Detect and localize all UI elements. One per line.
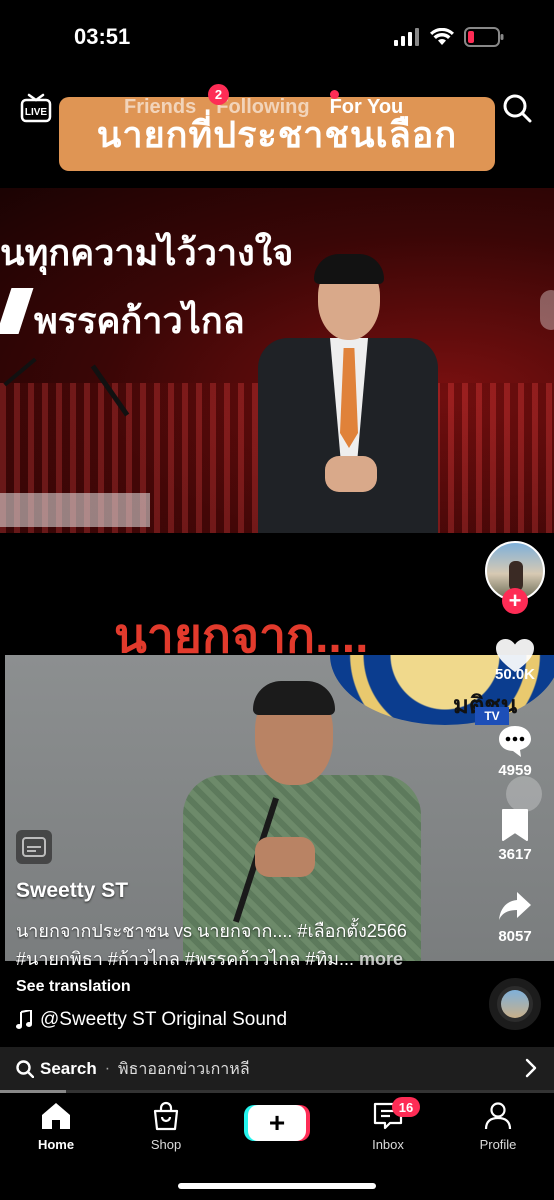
- like-button[interactable]: 50.0K: [488, 638, 542, 683]
- slash-graphic: [0, 288, 34, 334]
- edge-handle: [506, 776, 542, 812]
- tab-following[interactable]: Following: [216, 96, 309, 119]
- comment-icon: [499, 726, 531, 757]
- nav-profile-label: Profile: [479, 1137, 517, 1152]
- speaker-hands: [325, 456, 377, 492]
- shopping-bag-icon: [153, 1101, 179, 1131]
- captions-button[interactable]: [16, 830, 52, 864]
- search-separator: ·: [104, 1060, 111, 1077]
- share-count: 8057: [498, 928, 532, 945]
- share-icon: [499, 892, 531, 920]
- like-count: 50.0K: [494, 666, 536, 683]
- tab-friends[interactable]: Friends: [124, 96, 196, 119]
- podium-graphic: [0, 493, 150, 527]
- live-button[interactable]: LIVE: [20, 92, 52, 129]
- caption-line: นายกจากประชาชน vs นายกจาก.... #เลือกตั้ง…: [16, 921, 407, 941]
- more-link[interactable]: more: [354, 949, 403, 969]
- wifi-icon: [430, 28, 454, 45]
- signal-icon: [394, 28, 419, 46]
- music-disc[interactable]: [489, 978, 541, 1030]
- following-dot: [330, 90, 339, 99]
- live-icon: LIVE: [20, 93, 52, 123]
- status-time: 03:51: [74, 24, 131, 49]
- nav-inbox-label: Inbox: [372, 1137, 404, 1152]
- comment-count: 4959: [498, 762, 532, 779]
- music-note-icon: [16, 1010, 32, 1029]
- search-button[interactable]: [502, 93, 532, 128]
- speaker2-hair: [253, 681, 335, 715]
- comment-button[interactable]: 4959: [488, 724, 542, 779]
- nav-profile[interactable]: Profile: [458, 1101, 538, 1152]
- search-icon: [16, 1060, 34, 1078]
- feed-tabs: Friends Following For You: [124, 96, 403, 119]
- bookmark-button[interactable]: 3617: [488, 808, 542, 863]
- inbox-badge: 16: [392, 1097, 420, 1117]
- bookmark-count: 3617: [498, 846, 532, 863]
- related-search-bar[interactable]: Search · พิธาออกข่าวเกาหลี: [0, 1047, 554, 1091]
- sound-row[interactable]: @Sweetty ST Original Sound: [16, 1009, 287, 1031]
- battery-icon: [464, 27, 504, 47]
- video-text-line2: พรรคก้าวไกล: [34, 300, 245, 341]
- bookmark-icon: [502, 809, 528, 841]
- chevron-right-icon: [525, 1058, 537, 1078]
- edge-handle: [540, 290, 554, 330]
- speaker-hair: [314, 254, 384, 284]
- search-label: Search: [40, 1059, 97, 1078]
- captions-icon: [22, 837, 46, 857]
- speaker2-hands: [255, 837, 315, 877]
- nav-home-label: Home: [37, 1137, 75, 1152]
- nav-home[interactable]: Home: [16, 1101, 96, 1152]
- video-text-line1: นทุกความไว้วางใจ: [0, 232, 294, 273]
- live-icon-label: LIVE: [25, 107, 48, 118]
- creator-username[interactable]: Sweetty ST: [16, 879, 128, 903]
- caption-line-hashtags: #นายกพิธา #ก้าวไกล #พรรคก้าวไกล #ทิม... …: [16, 944, 486, 973]
- profile-icon: [484, 1102, 512, 1130]
- search-icon: [503, 94, 532, 123]
- see-translation-link[interactable]: See translation: [16, 978, 131, 996]
- friends-badge: 2: [208, 84, 229, 105]
- follow-button[interactable]: +: [502, 588, 528, 614]
- search-query: พิธาออกข่าวเกาหลี: [118, 1060, 250, 1078]
- share-button[interactable]: 8057: [488, 890, 542, 945]
- sound-name: @Sweetty ST Original Sound: [40, 1009, 288, 1030]
- caption-hashtags[interactable]: #นายกพิธา #ก้าวไกล #พรรคก้าวไกล #ทิม...: [16, 949, 354, 969]
- video-frame-upper: นทุกความไว้วางใจ พรรคก้าวไกล: [0, 188, 554, 533]
- tab-for-you[interactable]: For You: [330, 96, 404, 119]
- nav-shop[interactable]: Shop: [126, 1101, 206, 1152]
- create-button[interactable]: +: [248, 1105, 306, 1141]
- tv-badge: TV: [475, 707, 509, 725]
- plus-icon: +: [268, 1107, 286, 1138]
- home-indicator: [178, 1183, 376, 1189]
- nav-shop-label: Shop: [150, 1137, 182, 1152]
- home-icon: [42, 1103, 70, 1129]
- status-icons: [394, 27, 504, 47]
